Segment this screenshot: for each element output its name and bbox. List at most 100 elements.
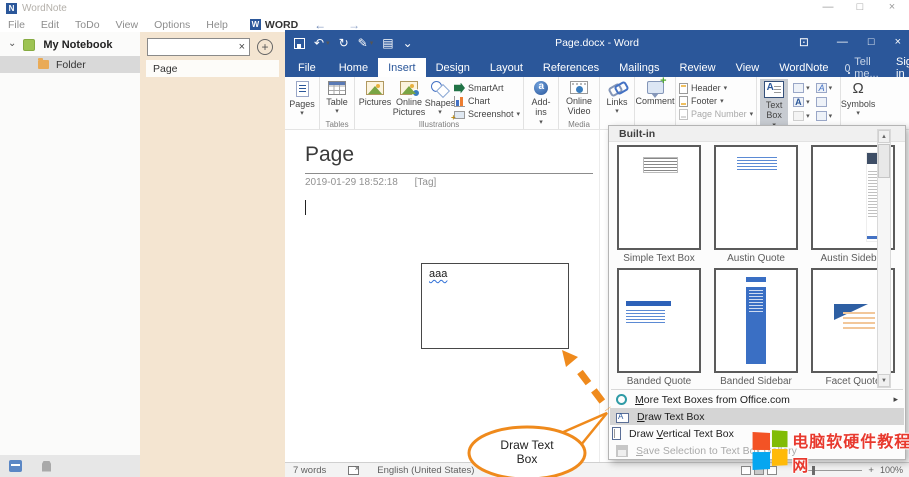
smartart-button[interactable]: SmartArt	[454, 82, 520, 94]
online-pictures-button[interactable]: Online Pictures	[392, 79, 426, 118]
ribbon-display-options-icon[interactable]: ⊡	[799, 35, 809, 49]
menu-file[interactable]: File	[0, 19, 33, 31]
gallery-item-banded-quote[interactable]	[617, 268, 701, 373]
gallery-item-austin-quote[interactable]	[714, 145, 798, 250]
tab-references[interactable]: References	[533, 58, 609, 77]
tab-view[interactable]: View	[726, 58, 770, 77]
gallery-item-banded-sidebar[interactable]	[714, 268, 798, 373]
scroll-down-icon[interactable]: ▼	[878, 374, 890, 387]
tab-design[interactable]: Design	[426, 58, 480, 77]
proofing-status-icon[interactable]	[348, 466, 359, 475]
addins-icon	[534, 81, 548, 95]
wordnote-maximize-icon[interactable]: □	[853, 1, 867, 13]
table-button[interactable]: Table ▾	[323, 79, 351, 115]
footer-button[interactable]: Footer ▾	[679, 95, 753, 107]
table-caret-icon: ▾	[335, 107, 339, 115]
pages-button[interactable]: Pages ▾	[288, 79, 316, 117]
drop-cap-button[interactable]: ▾	[793, 96, 810, 108]
menu-todo[interactable]: ToDo	[67, 19, 108, 31]
online-pictures-icon	[400, 81, 418, 95]
menu-item-label: More Text Boxes from Office.com	[635, 394, 790, 406]
zoom-out-icon[interactable]: −	[793, 465, 799, 476]
word-launch-button[interactable]: W WORD	[250, 19, 298, 31]
header-icon	[679, 83, 688, 94]
web-layout-icon[interactable]	[767, 466, 777, 475]
comment-button[interactable]: Comment	[638, 79, 672, 106]
menu-item-label: Draw Vertical Text Box	[629, 428, 734, 440]
sign-in-button[interactable]: Sign in	[887, 58, 909, 77]
tab-home[interactable]: Home	[329, 58, 378, 77]
gallery-item-simple-text-box[interactable]	[617, 145, 701, 250]
online-video-button[interactable]: Online Video	[562, 79, 596, 117]
group-pages: Pages ▾	[285, 77, 320, 129]
menu-item-draw-vertical-text-box[interactable]: Draw Vertical Text Box	[610, 425, 904, 442]
quick-parts-caret-icon: ▾	[806, 84, 810, 92]
menu-item-save-selection-disabled[interactable]: Save Selection to Text Box Gallery	[610, 442, 904, 459]
tab-file[interactable]: File	[285, 58, 329, 77]
word-count[interactable]: 7 words	[293, 465, 326, 476]
omega-icon: Ω	[853, 81, 864, 97]
date-time-button[interactable]	[816, 96, 833, 108]
text-box-button-pressed[interactable]: Text Box ▾	[760, 79, 788, 129]
notebook-icon	[23, 39, 35, 51]
wordart-button[interactable]: ▾	[816, 82, 833, 94]
pictures-button[interactable]: Pictures	[358, 79, 392, 107]
addins-button[interactable]: Add-ins ▾	[527, 79, 555, 126]
header-label: Header	[691, 83, 721, 93]
zoom-level[interactable]: 100%	[880, 465, 903, 475]
menu-item-more-text-boxes[interactable]: More Text Boxes from Office.com ▸	[610, 391, 904, 408]
quick-parts-button[interactable]: ▾	[793, 82, 810, 94]
text-box-label: Text Box	[760, 100, 788, 121]
clear-search-icon[interactable]: ×	[235, 41, 249, 53]
tell-me-box[interactable]: Tell me...	[839, 58, 887, 77]
menu-item-draw-text-box[interactable]: Draw Text Box	[610, 408, 904, 425]
scroll-up-icon[interactable]: ▲	[878, 130, 890, 143]
tab-wordnote[interactable]: WordNote	[769, 58, 838, 77]
shapes-button[interactable]: Shapes ▾	[426, 79, 454, 116]
print-layout-icon[interactable]	[754, 466, 764, 475]
tab-review[interactable]: Review	[670, 58, 726, 77]
zoom-slider-thumb[interactable]	[812, 466, 815, 475]
note-list-item[interactable]: Page	[146, 60, 279, 77]
header-button[interactable]: Header ▾	[679, 82, 753, 94]
menu-view[interactable]: View	[108, 19, 147, 31]
drawn-text-box[interactable]: aaa	[421, 263, 569, 349]
object-button[interactable]: ▾	[816, 110, 833, 122]
tag-icon[interactable]	[42, 461, 51, 472]
search-input[interactable]	[148, 42, 235, 53]
chart-icon	[454, 96, 465, 107]
ribbon-tabs: File Home Insert Design Layout Reference…	[285, 58, 909, 77]
zoom-slider[interactable]	[804, 470, 862, 471]
language-status[interactable]: English (United States)	[377, 465, 474, 476]
signature-line-button[interactable]: ▾	[793, 110, 810, 122]
document-meta: 2019-01-29 18:52:18 [Tag]	[305, 177, 436, 188]
wordnote-close-icon[interactable]: ×	[885, 1, 899, 13]
tab-layout[interactable]: Layout	[480, 58, 533, 77]
menu-edit[interactable]: Edit	[33, 19, 67, 31]
notebook-row[interactable]: ⌄ My Notebook	[0, 36, 140, 54]
tab-insert[interactable]: Insert	[378, 58, 426, 77]
read-mode-icon[interactable]	[741, 466, 751, 475]
chevron-down-icon[interactable]: ⌄	[8, 38, 16, 49]
page-number-button-disabled[interactable]: Page Number ▾	[679, 108, 753, 120]
drop-cap-icon	[793, 97, 804, 107]
group-comments: Comment	[635, 77, 676, 129]
word-close-icon[interactable]: ×	[895, 36, 901, 48]
wordnote-minimize-icon[interactable]: —	[821, 1, 835, 13]
chart-button[interactable]: Chart	[454, 95, 520, 107]
document-canvas[interactable]: Page 2019-01-29 18:52:18 [Tag] aaa	[285, 130, 600, 462]
menu-options[interactable]: Options	[146, 19, 198, 31]
zoom-in-icon[interactable]: +	[868, 465, 874, 476]
gallery-scrollbar[interactable]: ▲ ▼	[877, 129, 891, 388]
symbols-button[interactable]: Ω Symbols ▾	[844, 79, 872, 117]
screenshot-button[interactable]: Screenshot ▾	[454, 108, 520, 120]
scrollbar-thumb[interactable]	[878, 144, 890, 178]
word-maximize-icon[interactable]: □	[868, 36, 875, 48]
folder-row-selected[interactable]: Folder	[0, 56, 140, 73]
links-button[interactable]: Links ▾	[603, 79, 631, 115]
comment-icon	[647, 81, 664, 94]
word-minimize-icon[interactable]: —	[837, 36, 848, 48]
add-note-button[interactable]: +	[257, 39, 273, 55]
menu-help[interactable]: Help	[198, 19, 236, 31]
notebooks-icon[interactable]	[9, 460, 22, 472]
